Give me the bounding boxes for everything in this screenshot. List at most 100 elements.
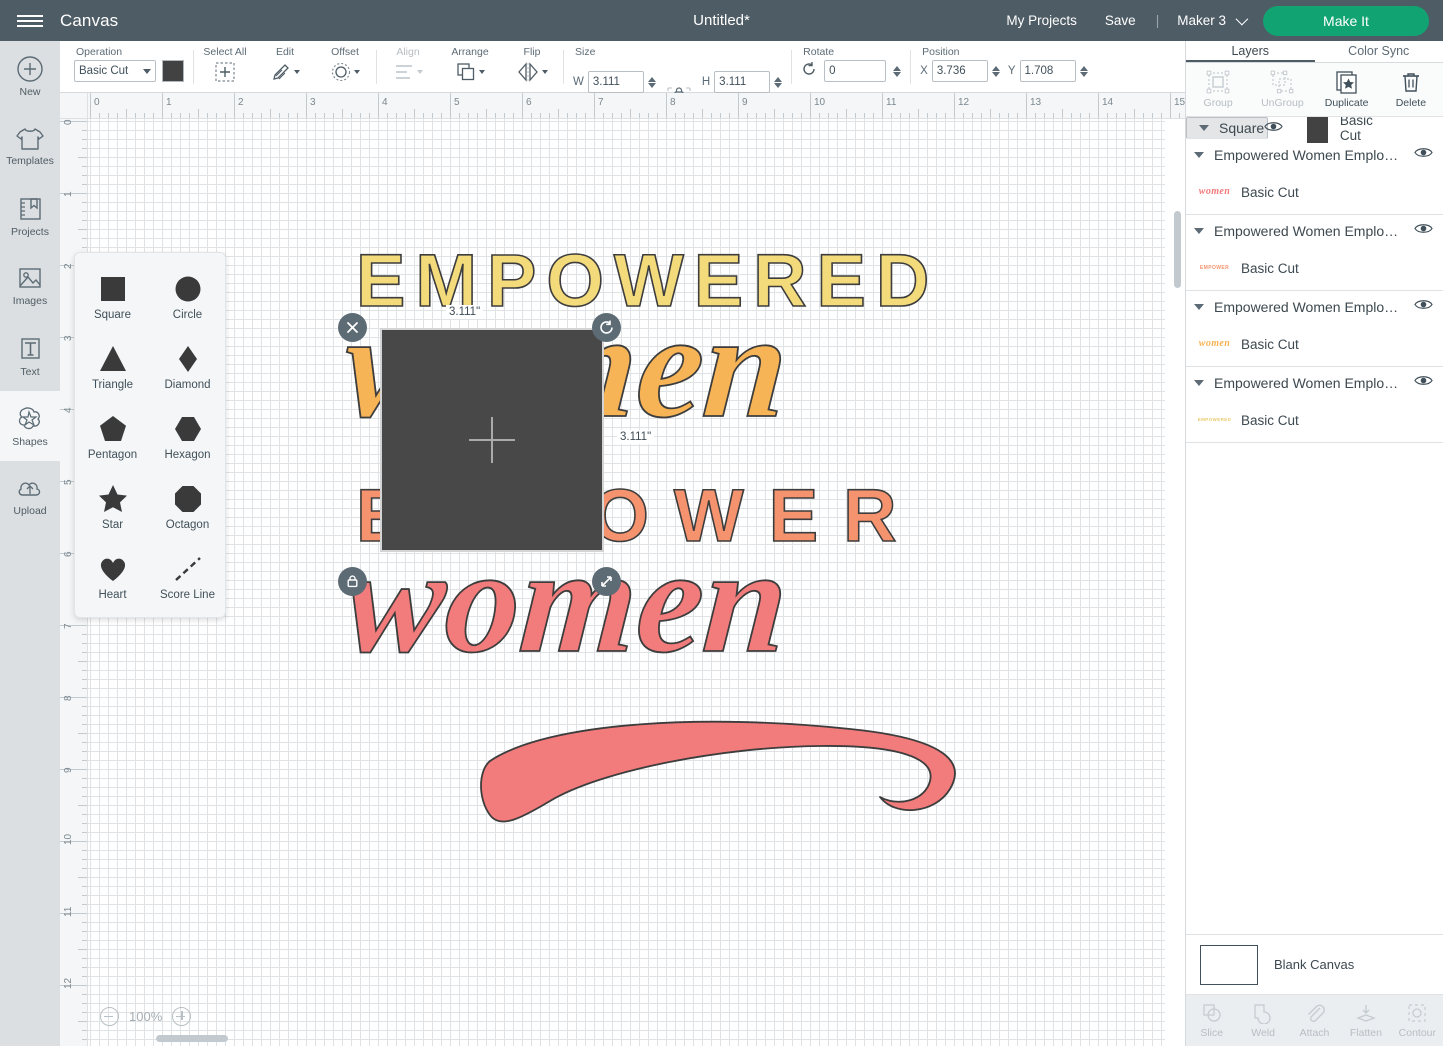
app-root: Canvas Untitled* My Projects Save | Make… bbox=[0, 0, 1443, 1046]
blank-canvas-row[interactable]: Blank Canvas bbox=[1186, 934, 1443, 994]
shape-option-pentagon[interactable]: Pentagon bbox=[75, 409, 150, 479]
ruler-minor-tick bbox=[82, 940, 87, 941]
rail-item-images[interactable]: Images bbox=[0, 251, 60, 321]
slice-button[interactable]: Slice bbox=[1186, 995, 1237, 1046]
rail-item-upload[interactable]: Upload bbox=[0, 461, 60, 531]
layer-group[interactable]: Empowered Women Emplo… EMPOWERED Basic C… bbox=[1186, 367, 1443, 443]
rail-item-projects[interactable]: Projects bbox=[0, 181, 60, 251]
layer-group[interactable]: Square Basic Cut bbox=[1186, 117, 1373, 143]
duplicate-button[interactable]: Duplicate bbox=[1315, 63, 1379, 116]
layer-header[interactable]: Empowered Women Emplo… bbox=[1186, 367, 1443, 398]
visibility-toggle-icon[interactable] bbox=[1414, 222, 1433, 240]
height-input[interactable] bbox=[714, 71, 771, 93]
zoom-out-button[interactable] bbox=[100, 1007, 119, 1026]
rail-item-text[interactable]: Text bbox=[0, 321, 60, 391]
artwork-women-coral[interactable]: women bbox=[339, 517, 990, 839]
operation-color-swatch[interactable] bbox=[162, 60, 184, 82]
position-group: Position X Y bbox=[920, 41, 1088, 93]
lock-aspect-handle[interactable] bbox=[338, 567, 367, 596]
layer-thumbnail bbox=[1307, 117, 1328, 143]
delete-selection-handle[interactable] bbox=[338, 313, 367, 342]
visibility-toggle-icon[interactable] bbox=[1264, 120, 1283, 136]
selection-bounding-box[interactable] bbox=[380, 328, 604, 552]
shape-option-triangle[interactable]: Triangle bbox=[75, 339, 150, 409]
design-canvas[interactable]: 0 1 2 3 4 5 6 7 8 9 10 11 12 13 14 15 0 1 2 3 4 5 6 7 8 9 10 11 12 … bbox=[60, 93, 1185, 1046]
align-button[interactable]: Align bbox=[386, 46, 430, 84]
x-input[interactable] bbox=[931, 60, 988, 82]
y-stepper[interactable] bbox=[1079, 65, 1088, 77]
layer-group[interactable]: Empowered Women Emplo… women Basic Cut bbox=[1186, 139, 1443, 215]
machine-selector[interactable]: Maker 3 bbox=[1165, 12, 1251, 28]
ruler-minor-tick bbox=[189, 113, 190, 118]
shape-option-score-line[interactable]: Score Line bbox=[150, 549, 225, 619]
layers-list[interactable]: Square Basic Cut Empowered Women Emplo… bbox=[1186, 117, 1443, 934]
layer-row[interactable]: Basic Cut bbox=[1293, 117, 1391, 150]
rotate-stepper[interactable] bbox=[893, 65, 902, 77]
tab-layers[interactable]: Layers bbox=[1186, 41, 1315, 62]
ruler-minor-tick bbox=[747, 113, 748, 118]
weld-button[interactable]: Weld bbox=[1237, 995, 1288, 1046]
layer-group[interactable]: Empowered Women Emplo… women Basic Cut bbox=[1186, 291, 1443, 367]
rail-item-shapes[interactable]: Shapes bbox=[0, 391, 60, 461]
contour-button[interactable]: Contour bbox=[1392, 995, 1443, 1046]
tab-color-sync[interactable]: Color Sync bbox=[1315, 41, 1443, 62]
zoom-in-button[interactable] bbox=[172, 1007, 192, 1026]
shape-option-hexagon[interactable]: Hexagon bbox=[150, 409, 225, 479]
hamburger-menu-icon[interactable] bbox=[0, 0, 60, 41]
group-button[interactable]: Group bbox=[1186, 63, 1250, 116]
shape-option-heart[interactable]: Heart bbox=[75, 549, 150, 619]
rotate-selection-handle[interactable] bbox=[592, 313, 621, 342]
chevron-down-icon bbox=[294, 70, 300, 74]
save-button[interactable]: Save bbox=[1091, 13, 1150, 28]
shape-option-diamond[interactable]: Diamond bbox=[150, 339, 225, 409]
select-all-button[interactable]: Select All bbox=[203, 46, 247, 84]
layer-row[interactable]: women Basic Cut bbox=[1186, 170, 1443, 214]
rotate-input[interactable] bbox=[824, 60, 887, 82]
operation-select[interactable]: Basic Cut bbox=[74, 60, 156, 82]
height-stepper[interactable] bbox=[774, 76, 783, 88]
shape-option-circle[interactable]: Circle bbox=[150, 269, 225, 339]
ruler-minor-tick bbox=[82, 931, 87, 932]
visibility-toggle-icon[interactable] bbox=[1414, 374, 1433, 392]
layer-row[interactable]: EMPOWERED Basic Cut bbox=[1186, 398, 1443, 442]
horizontal-scrollbar[interactable] bbox=[156, 1035, 228, 1042]
shapes-flyout-panel[interactable]: Square Circle Triangle Diamond Pentagon … bbox=[74, 252, 226, 618]
width-stepper[interactable] bbox=[647, 76, 656, 88]
layer-header[interactable]: Empowered Women Emplo… bbox=[1186, 215, 1443, 246]
offset-button[interactable]: Offset bbox=[323, 46, 367, 84]
delete-button[interactable]: Delete bbox=[1379, 63, 1443, 116]
shape-option-star[interactable]: Star bbox=[75, 479, 150, 549]
width-input[interactable] bbox=[587, 71, 644, 93]
ungroup-button[interactable]: UnGroup bbox=[1250, 63, 1314, 116]
layer-header[interactable]: Square bbox=[1191, 117, 1293, 144]
layer-group[interactable]: Empowered Women Emplo… EMPOWER Basic Cut bbox=[1186, 215, 1443, 291]
arrange-button[interactable]: Arrange bbox=[448, 46, 492, 84]
y-input[interactable] bbox=[1019, 60, 1076, 82]
x-stepper[interactable] bbox=[991, 65, 1000, 77]
visibility-toggle-icon[interactable] bbox=[1414, 146, 1433, 164]
shape-option-square[interactable]: Square bbox=[75, 269, 150, 339]
resize-selection-handle[interactable] bbox=[592, 567, 621, 596]
visibility-toggle-icon[interactable] bbox=[1414, 298, 1433, 316]
chevron-down-icon[interactable] bbox=[1194, 379, 1204, 386]
vertical-scrollbar[interactable] bbox=[1174, 211, 1181, 288]
chevron-down-icon[interactable] bbox=[1194, 303, 1204, 310]
make-it-button[interactable]: Make It bbox=[1263, 5, 1429, 36]
ruler-major-tick bbox=[522, 93, 523, 118]
layer-row[interactable]: EMPOWER Basic Cut bbox=[1186, 246, 1443, 290]
flatten-button[interactable]: Flatten bbox=[1340, 995, 1391, 1046]
attach-button[interactable]: Attach bbox=[1289, 995, 1340, 1046]
rail-item-new[interactable]: New bbox=[0, 41, 60, 111]
edit-button[interactable]: Edit bbox=[263, 46, 307, 84]
ruler-minor-tick bbox=[405, 113, 406, 118]
my-projects-link[interactable]: My Projects bbox=[992, 13, 1091, 28]
rail-item-templates[interactable]: Templates bbox=[0, 111, 60, 181]
chevron-down-icon[interactable] bbox=[1194, 151, 1204, 158]
layer-header[interactable]: Empowered Women Emplo… bbox=[1186, 291, 1443, 322]
layer-row[interactable]: women Basic Cut bbox=[1186, 322, 1443, 366]
flip-button[interactable]: Flip bbox=[510, 46, 554, 84]
chevron-down-icon[interactable] bbox=[1194, 227, 1204, 234]
chevron-down-icon[interactable] bbox=[1199, 125, 1209, 131]
shape-option-octagon[interactable]: Octagon bbox=[150, 479, 225, 549]
canvas-grid[interactable]: EMPOWERED women EMPOWER women bbox=[88, 119, 1185, 1046]
